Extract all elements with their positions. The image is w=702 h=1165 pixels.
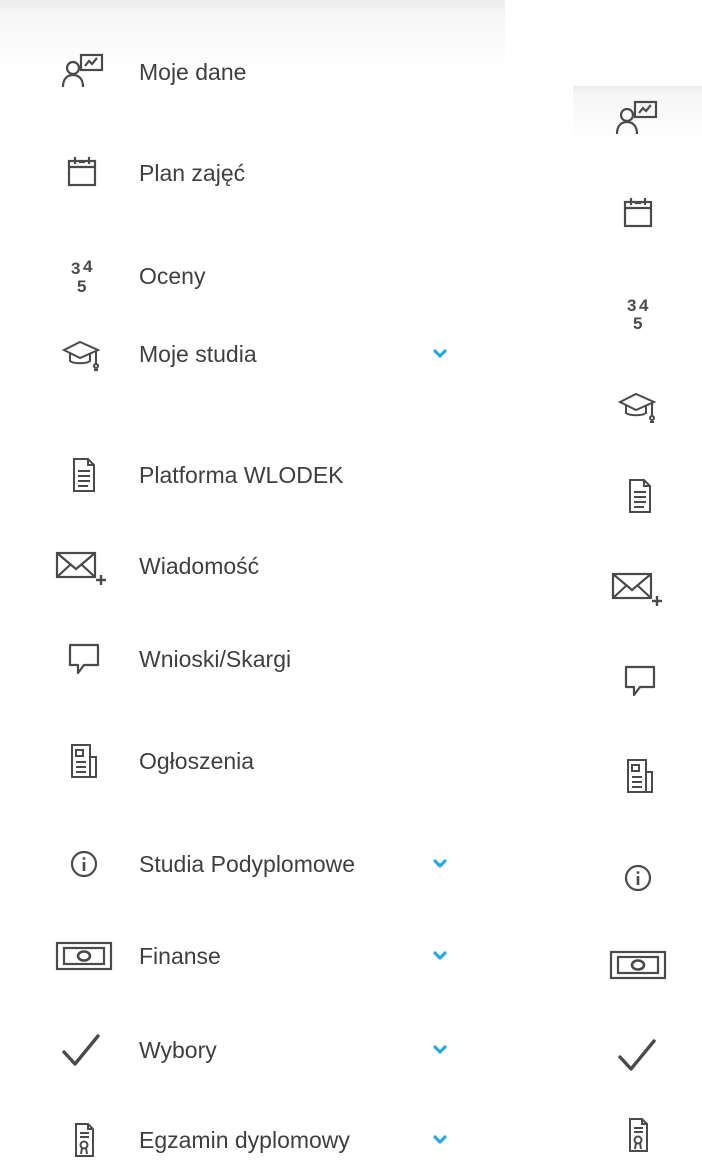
- menu-item-label: Plan zajęć: [139, 160, 246, 186]
- mini-item-moje-studia[interactable]: [573, 376, 702, 436]
- newspaper-icon: [52, 737, 116, 785]
- mini-item-wiadomosc[interactable]: [573, 557, 702, 617]
- menu-item-label: Studia Podyplomowe: [139, 851, 356, 877]
- info-icon: [52, 840, 116, 888]
- grade-digit: 4: [639, 296, 649, 315]
- speech-bubble-icon: [606, 657, 670, 705]
- document-icon: [52, 451, 116, 499]
- certificate-document-icon: [606, 1111, 670, 1159]
- document-icon: [606, 472, 670, 520]
- grade-digit: 5: [633, 314, 642, 333]
- menu-item-oceny[interactable]: 3 4 5 Oceny: [0, 246, 505, 306]
- envelope-plus-icon: [606, 563, 670, 611]
- menu-item-label: Wiadomość: [139, 553, 260, 579]
- menu-item-label: Moje studia: [139, 341, 257, 367]
- menu-item-finanse[interactable]: Finanse: [0, 926, 505, 986]
- menu-item-egzamin-dyplomowy[interactable]: Egzamin dyplomowy: [0, 1110, 505, 1165]
- menu-item-label: Finanse: [139, 943, 221, 969]
- chevron-down-icon[interactable]: [428, 342, 452, 366]
- menu-item-label: Moje dane: [139, 59, 247, 85]
- mini-item-wybory[interactable]: [573, 1025, 702, 1085]
- mini-item-egzamin-dyplomowy[interactable]: [573, 1105, 702, 1165]
- menu-item-label: Oceny: [139, 263, 206, 289]
- menu-item-moje-studia[interactable]: Moje studia: [0, 324, 505, 384]
- menu-item-label: Wybory: [139, 1037, 217, 1063]
- menu-item-wnioski-skargi[interactable]: Wnioski/Skargi: [0, 629, 505, 689]
- envelope-plus-icon: [52, 542, 116, 590]
- mini-item-moje-dane[interactable]: [573, 89, 702, 149]
- menu-item-wiadomosc[interactable]: Wiadomość: [0, 536, 505, 596]
- grades-icon: 3 4 5: [606, 289, 670, 337]
- mini-item-plan-zajec[interactable]: [573, 184, 702, 244]
- certificate-document-icon: [52, 1116, 116, 1164]
- grade-digit: 3: [71, 259, 80, 278]
- chevron-down-icon[interactable]: [428, 1128, 452, 1152]
- mini-item-oceny[interactable]: 3 4 5: [573, 283, 702, 343]
- mini-item-finanse[interactable]: [573, 935, 702, 995]
- banknote-icon: [52, 932, 116, 980]
- user-presentation-icon: [606, 95, 670, 143]
- mini-item-ogloszenia[interactable]: [573, 746, 702, 806]
- menu-item-studia-podyplomowe[interactable]: Studia Podyplomowe: [0, 834, 505, 894]
- menu-item-label: Wnioski/Skargi: [139, 646, 292, 672]
- menu-item-label: Platforma WLODEK: [139, 462, 344, 488]
- menu-item-label: Egzamin dyplomowy: [139, 1127, 350, 1153]
- info-icon: [606, 854, 670, 902]
- menu-item-wybory[interactable]: Wybory: [0, 1020, 505, 1080]
- chevron-down-icon[interactable]: [428, 1038, 452, 1062]
- speech-bubble-icon: [52, 635, 116, 683]
- newspaper-icon: [606, 752, 670, 800]
- mini-item-platforma-wlodek[interactable]: [573, 466, 702, 526]
- calendar-icon: [52, 149, 116, 197]
- mini-item-studia-podyplomowe[interactable]: [573, 848, 702, 908]
- menu-item-plan-zajec[interactable]: Plan zajęć: [0, 143, 505, 203]
- menu-item-platforma-wlodek[interactable]: Platforma WLODEK: [0, 445, 505, 505]
- chevron-down-icon[interactable]: [428, 852, 452, 876]
- mini-item-wnioski-skargi[interactable]: [573, 651, 702, 711]
- graduation-cap-icon: [52, 330, 116, 378]
- grade-digit: 5: [77, 277, 86, 296]
- menu-item-label: Ogłoszenia: [139, 748, 255, 774]
- menu-item-ogloszenia[interactable]: Ogłoszenia: [0, 731, 505, 791]
- banknote-icon: [606, 941, 670, 989]
- checkmark-icon: [52, 1026, 116, 1074]
- checkmark-icon: [606, 1031, 670, 1079]
- grades-icon: 3 4 5: [52, 252, 116, 300]
- chevron-down-icon[interactable]: [428, 944, 452, 968]
- user-presentation-icon: [52, 48, 116, 96]
- grade-digit: 4: [83, 257, 93, 276]
- grade-digit: 3: [627, 296, 636, 315]
- menu-item-moje-dane[interactable]: Moje dane: [0, 42, 505, 102]
- calendar-icon: [606, 190, 670, 238]
- graduation-cap-icon: [606, 382, 670, 430]
